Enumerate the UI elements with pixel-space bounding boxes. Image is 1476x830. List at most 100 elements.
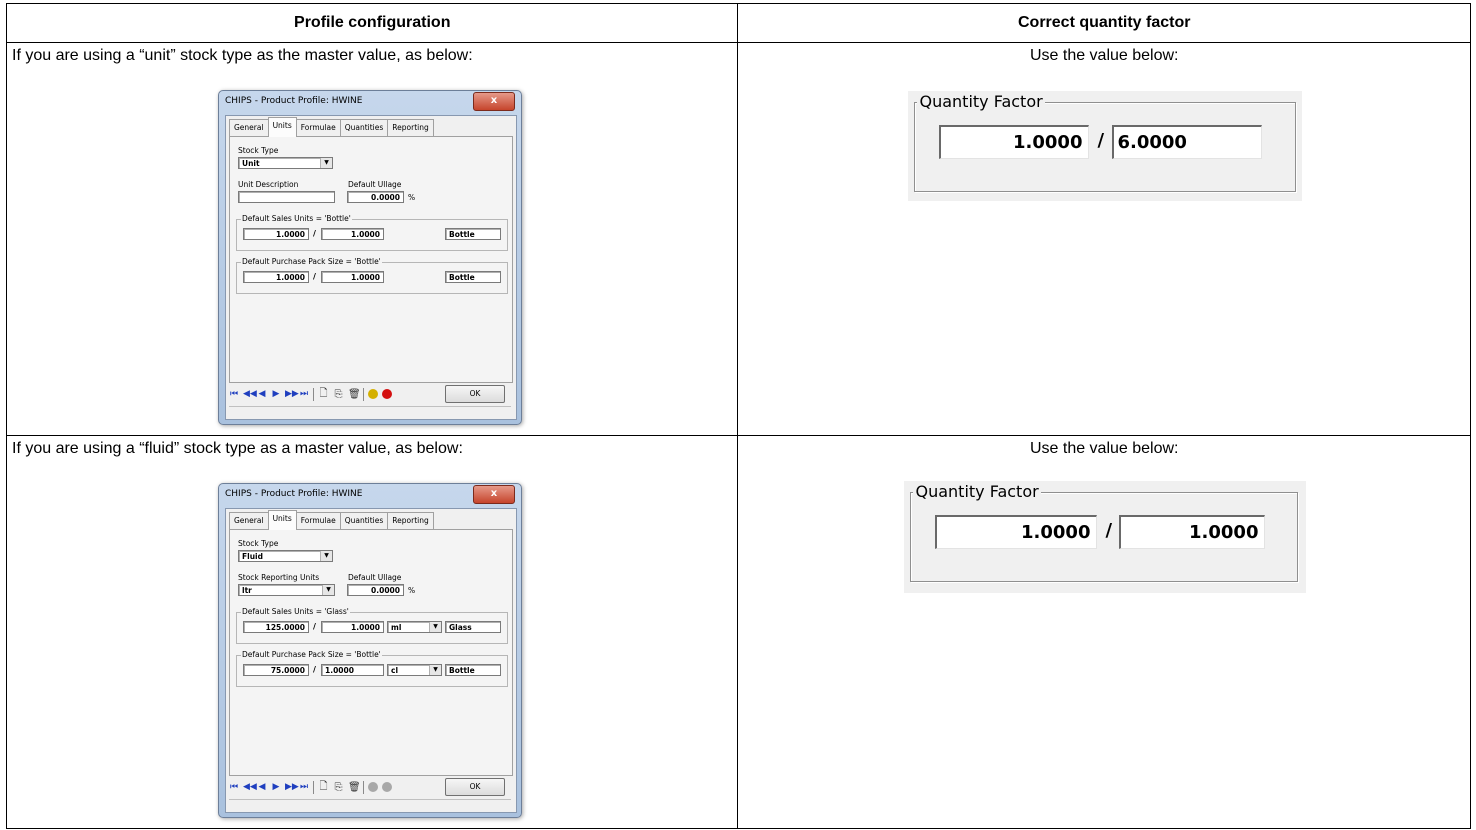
next-record-icon[interactable]: ▶ (271, 782, 281, 792)
quantity-factor-numerator[interactable]: 1.0000 (935, 515, 1098, 549)
row-unit-left-cell: If you are using a “unit” stock type as … (5, 42, 739, 436)
instructions-table: Profile configuration Correct quantity f… (5, 3, 1471, 829)
tab-quantities[interactable]: Quantities (339, 512, 389, 530)
quantity-factor-group: Quantity Factor 1.0000 / 1.0000 (910, 482, 1299, 582)
delete-record-icon[interactable]: 🗑 (348, 782, 361, 793)
sales-units-denominator[interactable]: 1.0000 (321, 228, 384, 240)
stock-type-select[interactable]: Fluid ▼ (238, 550, 333, 562)
dialog-body: General Units Formulae Quantities Report… (225, 115, 517, 420)
chevron-down-icon[interactable]: ▼ (320, 551, 332, 561)
ullage-percent-label: % (408, 586, 416, 595)
sales-group-title: Default Sales Units = 'Bottle' (241, 214, 352, 223)
sales-slash: / (313, 229, 316, 238)
copy-record-icon[interactable]: ⎘ (333, 782, 344, 793)
sales-unit-name[interactable]: Glass (445, 621, 501, 633)
header-correct-quantity-factor: Correct quantity factor (737, 3, 1471, 43)
new-record-icon[interactable]: 🗋 (318, 386, 329, 403)
chevron-down-icon[interactable]: ▼ (429, 622, 441, 632)
previous-record-icon[interactable]: ◀ (257, 782, 267, 792)
tab-general[interactable]: General (229, 119, 269, 137)
previous-page-icon[interactable]: ◀◀ (243, 782, 257, 792)
stock-type-select[interactable]: Unit ▼ (238, 157, 333, 169)
purchase-numerator[interactable]: 1.0000 (243, 271, 309, 283)
close-button[interactable]: x (473, 92, 515, 111)
default-ullage-input[interactable]: 0.0000 (347, 191, 404, 203)
record-toolbar: ⏮ ◀◀ ◀ ▶ ▶▶ ⏭ 🗋 ⎘ 🗑 OK (229, 384, 511, 404)
previous-page-icon[interactable]: ◀◀ (243, 389, 257, 399)
last-record-icon[interactable]: ⏭ (299, 782, 309, 792)
status-bar (229, 799, 511, 810)
tab-formulae[interactable]: Formulae (295, 512, 341, 530)
next-page-icon[interactable]: ▶▶ (285, 389, 299, 399)
instruction-fluid: If you are using a “fluid” stock type as… (12, 440, 463, 457)
units-tab-panel: Stock Type Fluid ▼ Stock Reporting Units… (229, 529, 513, 776)
sales-units-denominator[interactable]: 1.0000 (321, 621, 384, 633)
tab-general[interactable]: General (229, 512, 269, 530)
warning-icon[interactable] (382, 389, 392, 399)
quantity-factor-slash: / (1097, 130, 1105, 151)
sales-unit-value: ml (391, 623, 402, 632)
delete-record-icon[interactable]: 🗑 (348, 389, 361, 400)
previous-record-icon[interactable]: ◀ (257, 389, 267, 399)
stock-reporting-units-select[interactable]: ltr ▼ (238, 584, 335, 596)
dialog-body: General Units Formulae Quantities Report… (225, 508, 517, 813)
tab-reporting[interactable]: Reporting (387, 512, 434, 530)
dialog-title: CHIPS - Product Profile: HWINE (225, 489, 363, 499)
default-purchase-pack-group: Default Purchase Pack Size = 'Bottle' 1.… (236, 257, 508, 294)
first-record-icon[interactable]: ⏮ (229, 389, 239, 399)
purchase-unit-select[interactable]: cl ▼ (387, 664, 442, 676)
header-profile-configuration: Profile configuration (5, 3, 739, 43)
sales-units-numerator[interactable]: 1.0000 (243, 228, 309, 240)
stock-reporting-units-label: Stock Reporting Units (238, 573, 320, 582)
tab-quantities[interactable]: Quantities (339, 119, 389, 137)
purchase-slash: / (313, 272, 316, 281)
tab-units[interactable]: Units (267, 117, 297, 137)
quantity-factor-denominator[interactable]: 1.0000 (1119, 515, 1266, 549)
tab-formulae[interactable]: Formulae (295, 119, 341, 137)
sales-units-numerator[interactable]: 125.0000 (243, 621, 309, 633)
default-sales-units-group: Default Sales Units = 'Glass' 125.0000 /… (236, 607, 508, 644)
sales-unit-name[interactable]: Bottle (445, 228, 501, 240)
sales-unit-select[interactable]: ml ▼ (387, 621, 442, 633)
quantity-factor-group: Quantity Factor 1.0000 / 6.0000 (914, 92, 1297, 192)
row-fluid-right-cell: Use the value below: Quantity Factor 1.0… (737, 435, 1471, 829)
stock-type-label: Stock Type (238, 539, 279, 548)
toolbar-separator (313, 780, 314, 794)
ok-button[interactable]: OK (445, 385, 505, 403)
purchase-denominator[interactable]: 1.0000 (321, 271, 384, 283)
first-record-icon[interactable]: ⏮ (229, 782, 239, 792)
new-record-icon[interactable]: 🗋 (318, 779, 329, 796)
sales-group-title: Default Sales Units = 'Glass' (241, 607, 350, 616)
tab-strip: General Units Formulae Quantities Report… (229, 510, 434, 530)
status-bar (229, 406, 511, 417)
use-value-text-fluid: Use the value below: (1029, 440, 1179, 457)
next-record-icon[interactable]: ▶ (271, 389, 281, 399)
toolbar-separator (363, 780, 364, 794)
purchase-numerator[interactable]: 75.0000 (243, 664, 309, 676)
default-sales-units-group: Default Sales Units = 'Bottle' 1.0000 / … (236, 214, 508, 251)
purchase-slash: / (313, 665, 316, 674)
purchase-unit-name[interactable]: Bottle (445, 271, 501, 283)
chevron-down-icon[interactable]: ▼ (322, 585, 334, 595)
lock-icon[interactable] (368, 389, 378, 399)
tab-reporting[interactable]: Reporting (387, 119, 434, 137)
quantity-factor-numerator[interactable]: 1.0000 (939, 125, 1090, 159)
close-button[interactable]: x (473, 485, 515, 504)
purchase-unit-name[interactable]: Bottle (445, 664, 501, 676)
ok-button[interactable]: OK (445, 778, 505, 796)
tab-units[interactable]: Units (267, 510, 297, 530)
chevron-down-icon[interactable]: ▼ (320, 158, 332, 168)
toolbar-separator (313, 387, 314, 401)
copy-record-icon[interactable]: ⎘ (333, 389, 344, 400)
quantity-factor-denominator[interactable]: 6.0000 (1112, 125, 1263, 159)
purchase-denominator[interactable]: 1.0000 (321, 664, 384, 676)
next-page-icon[interactable]: ▶▶ (285, 782, 299, 792)
quantity-factor-legend: Quantity Factor (917, 92, 1045, 111)
default-ullage-label: Default Ullage (348, 573, 402, 582)
unit-description-input[interactable] (238, 191, 335, 203)
purchase-unit-value: cl (391, 666, 399, 675)
purchase-group-title: Default Purchase Pack Size = 'Bottle' (241, 257, 382, 266)
last-record-icon[interactable]: ⏭ (299, 389, 309, 399)
chevron-down-icon[interactable]: ▼ (429, 665, 441, 675)
default-ullage-input[interactable]: 0.0000 (347, 584, 404, 596)
